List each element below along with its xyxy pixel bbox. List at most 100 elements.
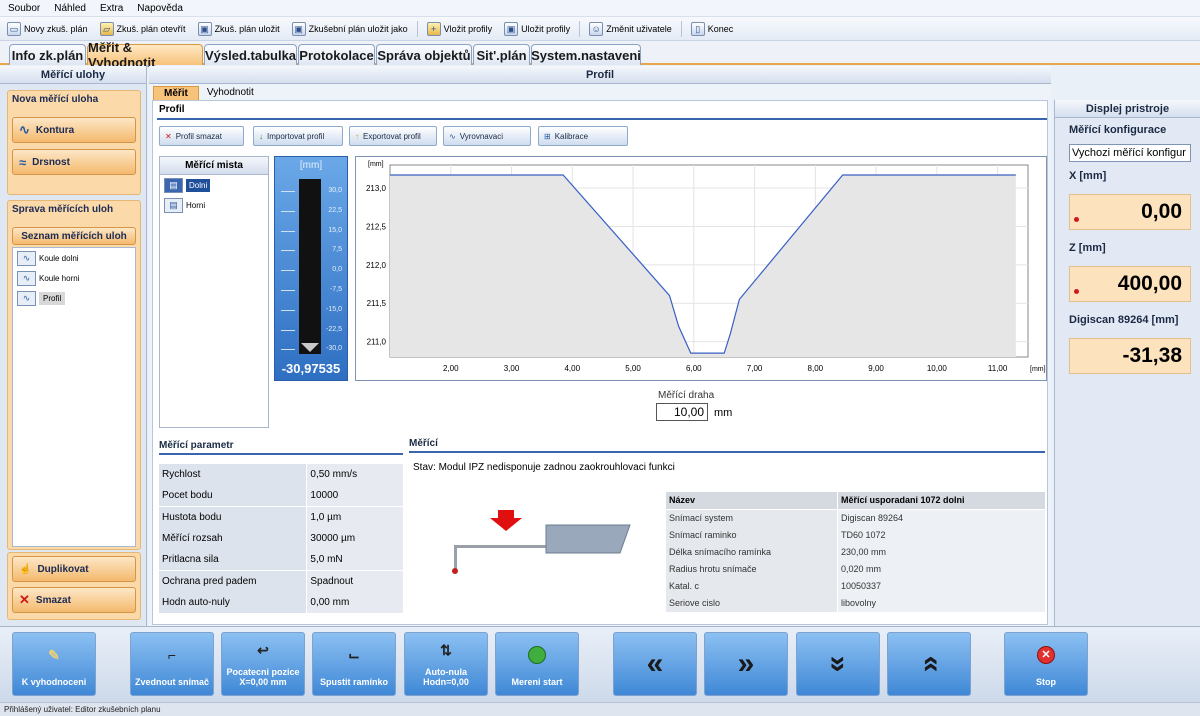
fast-up-button[interactable]: » [887, 632, 971, 696]
task-list[interactable]: ∿ Koule dolni ∿ Koule horni ∿ Profil [12, 247, 136, 547]
probe-diagram-svg [452, 510, 631, 574]
tab-object-management[interactable]: Správa objektů [376, 44, 472, 65]
delete-profile-button[interactable]: ✕ Profil smazat [159, 126, 244, 146]
path-input[interactable]: 10,00 [656, 403, 708, 421]
list-item[interactable]: ∿ Koule dolni [13, 248, 135, 268]
hand-icon: ☝ [19, 563, 32, 575]
task-actions-group: ☝ Duplikovat ✕ Smazat [7, 552, 141, 620]
list-item[interactable]: ∿ Koule horni [13, 268, 135, 288]
fast-right-button[interactable]: » [704, 632, 788, 696]
param-key: Rychlost [159, 464, 307, 485]
wave-icon: ∿ [449, 131, 456, 141]
info-row: Délka snímacího ramínka 230,00 mm [666, 544, 1045, 561]
subtab-measure[interactable]: Měřit [153, 86, 199, 101]
tab-measure-evaluate[interactable]: Měřit & Vyhodnotit [87, 40, 203, 70]
subtab-evaluate[interactable]: Vyhodnotit [199, 86, 262, 101]
digiscan-label: Digiscan 89264 [mm] [1069, 314, 1179, 326]
delete-button[interactable]: ✕ Smazat [12, 587, 136, 613]
gauge-tick-label: -30,0 [326, 345, 342, 353]
save-plan-button[interactable]: ▣ Zkuš. plán uložit [195, 21, 283, 37]
wave-icon: ∿ [17, 290, 36, 306]
save-profiles-button[interactable]: ▣ Uložit profily [501, 21, 573, 37]
start-position-button[interactable]: ↩ Pocatecni pozice X=0,00 mm [221, 632, 305, 696]
drsnost-button[interactable]: ≈ Drsnost [12, 149, 136, 175]
new-task-group: Nova měřící uloha ∿ Kontura ≈ Drsnost [7, 90, 141, 195]
tab-protocols[interactable]: Protokolace [298, 44, 375, 65]
auto-zero-button[interactable]: ⇅ Auto-nula Hodn=0,00 [404, 632, 488, 696]
list-item-selected[interactable]: ∿ Profil [13, 288, 135, 308]
param-key: Ochrana pred padem [159, 570, 307, 592]
tab-network-plan[interactable]: Sit'.plán [473, 44, 530, 65]
lift-probe-icon: ⌐ [167, 647, 177, 663]
param-value: 0,50 mm/s [307, 464, 403, 485]
calibration-button[interactable]: ⊞ Kalibrace [538, 126, 628, 146]
config-select[interactable]: Vychozi měřící konfigur [1069, 144, 1191, 162]
save-plan-as-button[interactable]: ▣ Zkušební plán uložit jako [289, 21, 411, 37]
export-profile-button[interactable]: ↑ Exportovat profil [349, 126, 437, 146]
menu-extra[interactable]: Extra [100, 3, 123, 14]
calibration-icon: ⊞ [544, 131, 551, 141]
probe-icon: ▤ [164, 197, 183, 213]
fast-down-button[interactable]: » [796, 632, 880, 696]
menu-nahled[interactable]: Náhled [54, 3, 86, 14]
fast-left-button[interactable]: « [613, 632, 697, 696]
stop-button[interactable]: ✕ Stop [1004, 632, 1088, 696]
lift-probe-button[interactable]: ⌐ Zvednout snímač [130, 632, 214, 696]
probe-body [545, 524, 631, 554]
down-arrow-icon [490, 510, 522, 531]
export-icon: ↑ [355, 131, 359, 141]
gauge-unit: [mm] [299, 160, 323, 171]
gauge-tick [281, 349, 295, 351]
new-plan-button[interactable]: ▭ Novy zkuš. plán [4, 21, 91, 37]
gauge-pointer-icon [301, 343, 319, 352]
tab-results-table[interactable]: Výsled.tabulka [204, 44, 297, 65]
probe-stylus [454, 545, 457, 569]
x-tick-label: 5,00 [625, 364, 641, 373]
measure-start-button[interactable]: Mereni start [495, 632, 579, 696]
import-profile-button[interactable]: ↓ Importovat profil [253, 126, 343, 146]
menu-bar: Soubor Náhled Extra Napověda [0, 0, 1200, 17]
exit-button[interactable]: ▯ Konec [688, 21, 737, 37]
duplicate-button[interactable]: ☝ Duplikovat [12, 556, 136, 582]
x-tick-label: 10,00 [927, 364, 948, 373]
x-label: X [mm] [1069, 170, 1107, 182]
open-plan-button[interactable]: ▱ Zkuš. plán otevřít [97, 21, 189, 37]
status-dot-icon [1074, 217, 1079, 222]
gauge-tick [281, 230, 295, 232]
center-title: Profil [149, 66, 1051, 84]
info-key: Seriove cislo [666, 595, 837, 612]
lower-arm-button[interactable]: ⌙ Spustit ramínko [312, 632, 396, 696]
menu-soubor[interactable]: Soubor [8, 3, 40, 14]
insert-profiles-button[interactable]: + Vložit profily [424, 21, 496, 37]
toolbar-separator [416, 20, 418, 37]
alignment-button[interactable]: ∿ Vyrovnavaci [443, 126, 531, 146]
y-tick-label: 211,5 [367, 299, 387, 308]
status-dot-icon [1074, 289, 1079, 294]
point-item-selected[interactable]: ▤ Dolni [160, 175, 268, 195]
y-tick-label: 212,0 [366, 261, 387, 270]
param-key: Hodn auto-nuly [159, 591, 307, 613]
param-value: Spadnout [307, 570, 403, 592]
gauge-tick [281, 270, 295, 272]
pencil-icon: ✎ [48, 647, 60, 663]
menu-napoveda[interactable]: Napověda [137, 3, 183, 14]
point-item[interactable]: ▤ Horni [160, 195, 268, 215]
tab-info-plan[interactable]: Info zk.plán [9, 44, 86, 65]
measuring-points-list[interactable]: Měřící mista ▤ Dolni ▤ Horni [159, 156, 269, 428]
gauge-tick [281, 250, 295, 252]
param-row: Rychlost 0,50 mm/s [159, 464, 403, 485]
x-tick-label: 4,00 [564, 364, 580, 373]
return-arrow-icon: ↩ [257, 642, 269, 658]
kontura-button[interactable]: ∿ Kontura [12, 117, 136, 143]
info-header: Název Měřící usporadani 1072 dolni [666, 492, 1045, 509]
change-user-button[interactable]: ☺ Změnit uživatele [586, 21, 675, 37]
profile-section-title: Profil [159, 104, 185, 115]
to-evaluation-button[interactable]: ✎ K vyhodnoceni [12, 632, 96, 696]
tab-system-settings[interactable]: System.nastaveni [531, 44, 641, 65]
x-tick-label: 2,00 [443, 364, 459, 373]
info-value: 10050337 [838, 578, 1045, 595]
open-folder-icon: ▱ [99, 21, 114, 36]
param-value: 1,0 µm [307, 506, 403, 528]
info-value: Digiscan 89264 [838, 510, 1045, 527]
task-list-header: Seznam měřících uloh [12, 227, 136, 245]
